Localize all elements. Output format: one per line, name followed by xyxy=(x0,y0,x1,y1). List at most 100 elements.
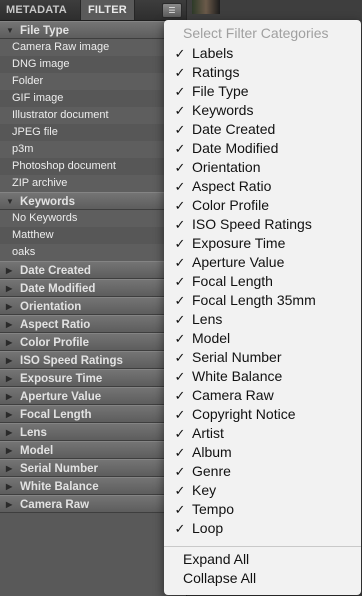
disclosure-open-icon[interactable]: ▼ xyxy=(6,22,14,40)
disclosure-closed-icon[interactable]: ▶ xyxy=(6,442,12,460)
disclosure-closed-icon[interactable]: ▶ xyxy=(6,316,12,334)
disclosure-closed-icon[interactable]: ▶ xyxy=(6,262,12,280)
menu-item-camera-raw[interactable]: ✓ Camera Raw xyxy=(164,386,361,405)
menu-item-label: Date Modified xyxy=(192,140,279,156)
menu-item-lens[interactable]: ✓ Lens xyxy=(164,310,361,329)
section-header-camera-raw[interactable]: ▶ Camera Raw xyxy=(0,495,186,513)
disclosure-closed-icon[interactable]: ▶ xyxy=(6,496,12,514)
disclosure-open-icon[interactable]: ▼ xyxy=(6,193,14,211)
disclosure-closed-icon[interactable]: ▶ xyxy=(6,298,12,316)
section-header-file-type[interactable]: ▼ File Type xyxy=(0,21,186,39)
section-header-orientation[interactable]: ▶ Orientation xyxy=(0,297,186,315)
section-header-color-profile[interactable]: ▶ Color Profile xyxy=(0,333,186,351)
checkmark-icon: ✓ xyxy=(174,46,186,61)
filter-item[interactable]: JPEG file xyxy=(0,124,186,141)
expand-all-menu-item[interactable]: Expand All xyxy=(183,550,353,569)
menu-item-label: File Type xyxy=(192,83,249,99)
menu-item-orientation[interactable]: ✓ Orientation xyxy=(164,158,361,177)
section-title: File Type xyxy=(20,25,69,37)
disclosure-closed-icon[interactable]: ▶ xyxy=(6,352,12,370)
filter-categories-menu: Select Filter Categories ✓ Labels ✓ Ratings… xyxy=(164,20,361,595)
checkmark-icon: ✓ xyxy=(174,388,186,403)
filter-item[interactable]: Camera Raw image xyxy=(0,39,186,56)
section-header-focal-length[interactable]: ▶ Focal Length xyxy=(0,405,186,423)
menu-item-keywords[interactable]: ✓ Keywords xyxy=(164,101,361,120)
section-title: Date Modified xyxy=(20,283,96,295)
disclosure-closed-icon[interactable]: ▶ xyxy=(6,424,12,442)
section-header-aperture-value[interactable]: ▶ Aperture Value xyxy=(0,387,186,405)
menu-item-white-balance[interactable]: ✓ White Balance xyxy=(164,367,361,386)
menu-item-label: Orientation xyxy=(192,159,261,175)
menu-item-date-created[interactable]: ✓ Date Created xyxy=(164,120,361,139)
menu-item-artist[interactable]: ✓ Artist xyxy=(164,424,361,443)
menu-item-color-profile[interactable]: ✓ Color Profile xyxy=(164,196,361,215)
filter-item[interactable]: No Keywords xyxy=(0,210,186,227)
checkmark-icon: ✓ xyxy=(174,255,186,270)
filter-item[interactable]: Folder xyxy=(0,73,186,90)
filter-item[interactable]: ZIP archive xyxy=(0,175,186,192)
disclosure-closed-icon[interactable]: ▶ xyxy=(6,478,12,496)
checkmark-icon: ✓ xyxy=(174,84,186,99)
disclosure-closed-icon[interactable]: ▶ xyxy=(6,334,12,352)
section-header-date-modified[interactable]: ▶ Date Modified xyxy=(0,279,186,297)
checkmark-icon: ✓ xyxy=(174,103,186,118)
menu-item-model[interactable]: ✓ Model xyxy=(164,329,361,348)
panel-menu-icon[interactable]: ☰ xyxy=(162,3,182,18)
menu-item-ratings[interactable]: ✓ Ratings xyxy=(164,63,361,82)
section-header-iso-speed-ratings[interactable]: ▶ ISO Speed Ratings xyxy=(0,351,186,369)
checkmark-icon: ✓ xyxy=(174,198,186,213)
section-header-date-created[interactable]: ▶ Date Created xyxy=(0,261,186,279)
checkmark-icon: ✓ xyxy=(174,179,186,194)
menu-item-date-modified[interactable]: ✓ Date Modified xyxy=(164,139,361,158)
filter-item[interactable]: DNG image xyxy=(0,56,186,73)
section-header-exposure-time[interactable]: ▶ Exposure Time xyxy=(0,369,186,387)
menu-item-exposure-time[interactable]: ✓ Exposure Time xyxy=(164,234,361,253)
menu-item-tempo[interactable]: ✓ Tempo xyxy=(164,500,361,519)
menu-item-label: Copyright Notice xyxy=(192,406,296,422)
checkmark-icon: ✓ xyxy=(174,464,186,479)
checkmark-icon: ✓ xyxy=(174,141,186,156)
disclosure-closed-icon[interactable]: ▶ xyxy=(6,370,12,388)
menu-item-label: Color Profile xyxy=(192,197,270,213)
menu-item-copyright-notice[interactable]: ✓ Copyright Notice xyxy=(164,405,361,424)
menu-item-key[interactable]: ✓ Key xyxy=(164,481,361,500)
checkmark-icon: ✓ xyxy=(174,407,186,422)
menu-item-aspect-ratio[interactable]: ✓ Aspect Ratio xyxy=(164,177,361,196)
disclosure-closed-icon[interactable]: ▶ xyxy=(6,388,12,406)
collapse-all-menu-item[interactable]: Collapse All xyxy=(183,569,353,588)
disclosure-closed-icon[interactable]: ▶ xyxy=(6,406,12,424)
filter-item[interactable]: oaks xyxy=(0,244,186,261)
section-title: Keywords xyxy=(20,196,75,208)
checkmark-icon: ✓ xyxy=(174,502,186,517)
checkmark-icon: ✓ xyxy=(174,369,186,384)
menu-item-serial-number[interactable]: ✓ Serial Number xyxy=(164,348,361,367)
menu-item-album[interactable]: ✓ Album xyxy=(164,443,361,462)
disclosure-closed-icon[interactable]: ▶ xyxy=(6,280,12,298)
menu-item-aperture-value[interactable]: ✓ Aperture Value xyxy=(164,253,361,272)
section-header-keywords[interactable]: ▼ Keywords xyxy=(0,192,186,210)
filter-item[interactable]: Illustrator document xyxy=(0,107,186,124)
filter-item[interactable]: p3m xyxy=(0,141,186,158)
tab-metadata[interactable]: METADATA xyxy=(6,0,67,20)
menu-item-focal-length[interactable]: ✓ Focal Length xyxy=(164,272,361,291)
filter-item[interactable]: Matthew xyxy=(0,227,186,244)
section-header-lens[interactable]: ▶ Lens xyxy=(0,423,186,441)
disclosure-closed-icon[interactable]: ▶ xyxy=(6,460,12,478)
menu-item-file-type[interactable]: ✓ File Type xyxy=(164,82,361,101)
section-header-serial-number[interactable]: ▶ Serial Number xyxy=(0,459,186,477)
menu-item-genre[interactable]: ✓ Genre xyxy=(164,462,361,481)
menu-item-label: Date Created xyxy=(192,121,276,137)
tab-filter[interactable]: FILTER xyxy=(80,0,135,20)
menu-item-label: Labels xyxy=(192,45,234,61)
section-header-aspect-ratio[interactable]: ▶ Aspect Ratio xyxy=(0,315,186,333)
panel-tab-bar: METADATA FILTER ☰ xyxy=(0,0,186,21)
section-header-model[interactable]: ▶ Model xyxy=(0,441,186,459)
menu-item-iso-speed-ratings[interactable]: ✓ ISO Speed Ratings xyxy=(164,215,361,234)
menu-item-focal-length-35mm[interactable]: ✓ Focal Length 35mm xyxy=(164,291,361,310)
thumbnail-image[interactable] xyxy=(192,0,220,14)
filter-item[interactable]: Photoshop document xyxy=(0,158,186,175)
menu-item-loop[interactable]: ✓ Loop xyxy=(164,519,361,538)
section-header-white-balance[interactable]: ▶ White Balance xyxy=(0,477,186,495)
menu-item-labels[interactable]: ✓ Labels xyxy=(164,44,361,63)
filter-item[interactable]: GIF image xyxy=(0,90,186,107)
